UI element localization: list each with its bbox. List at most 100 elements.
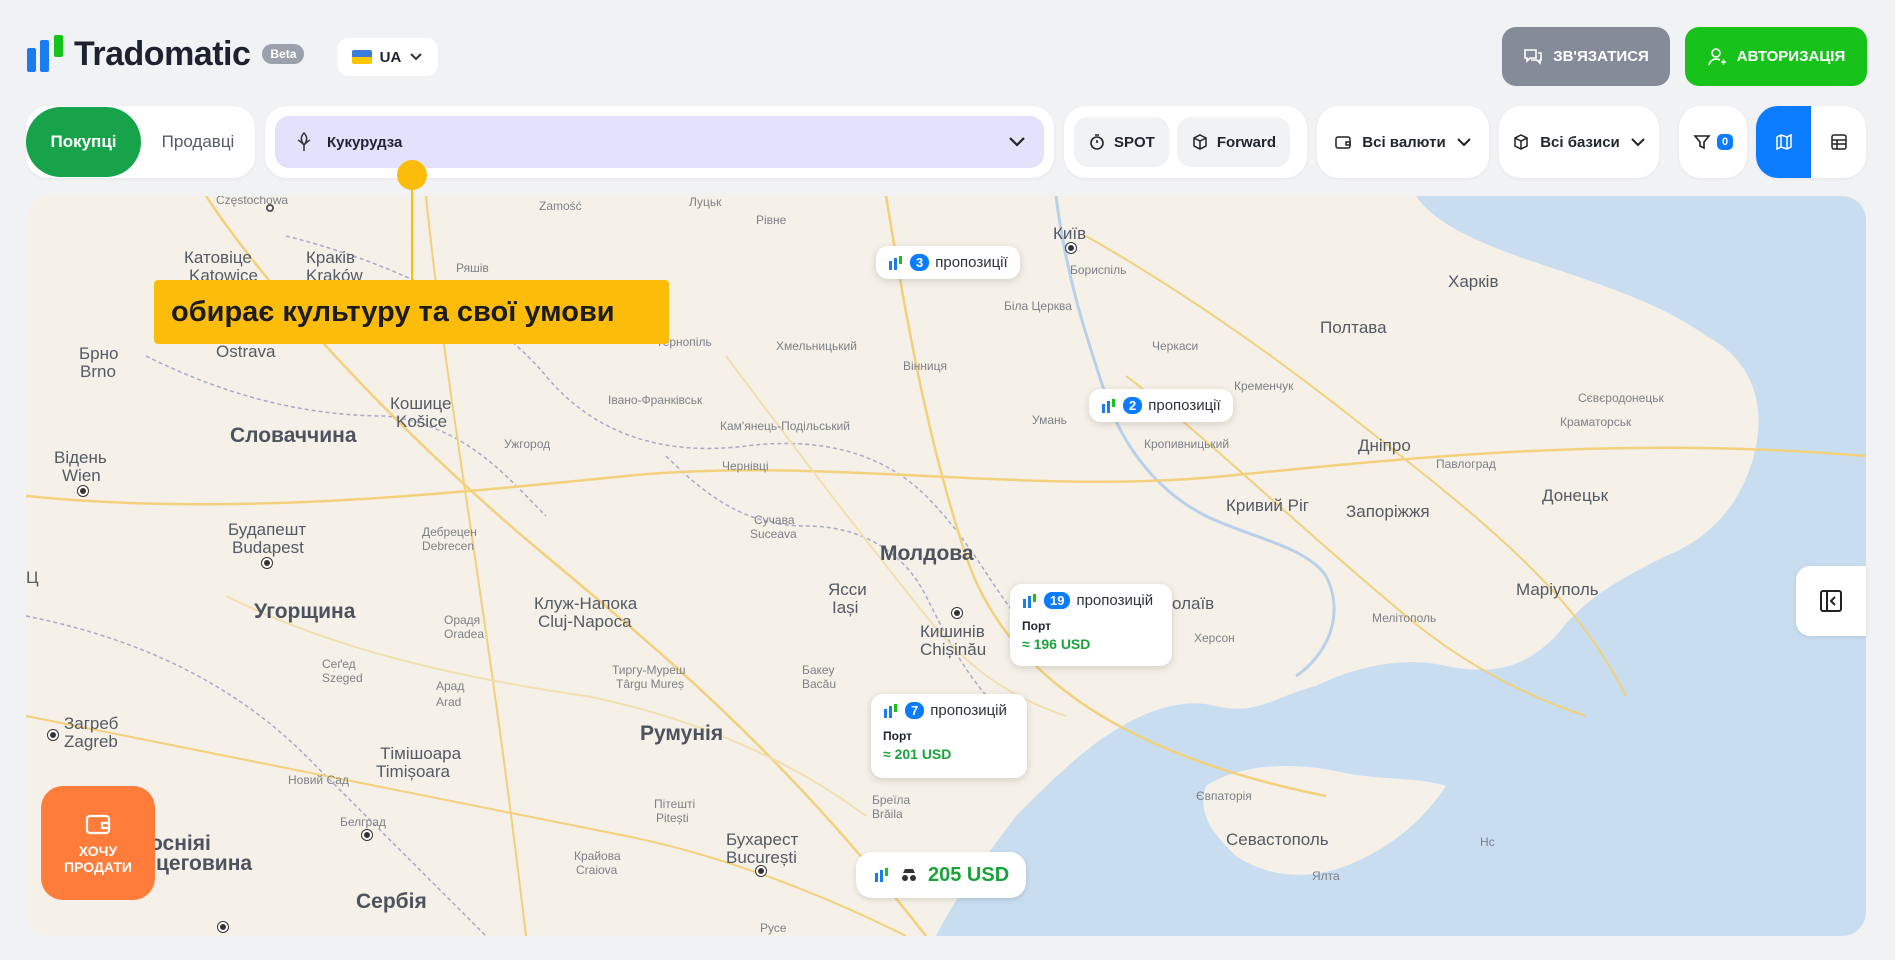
basis-value: Всі базиси <box>1540 133 1620 151</box>
map-label: цеговина <box>156 852 253 875</box>
map-label: Бреїла <box>872 793 911 807</box>
offer-label: пропозиції <box>1148 397 1221 414</box>
map-label: Suceava <box>750 527 797 541</box>
capital-dot <box>78 486 88 496</box>
map-label: Ялта <box>1312 869 1340 883</box>
spot-label: SPOT <box>1114 133 1155 151</box>
map-label: Пітешті <box>654 797 696 811</box>
chat-icon <box>1524 48 1542 65</box>
map-label: Târgu Mureș <box>616 677 685 691</box>
map-label: Луцьк <box>689 196 722 209</box>
tradomatic-logo-icon <box>889 255 902 270</box>
tradomatic-logo-icon <box>1102 398 1115 413</box>
map-label: Ужгород <box>504 437 551 451</box>
map-label: Хмельницький <box>776 339 857 353</box>
map-label: Київ <box>1053 224 1087 243</box>
table-view-button[interactable] <box>1811 106 1866 178</box>
tradomatic-logo-icon <box>875 868 888 882</box>
callout-pointer-dot <box>397 160 427 190</box>
map-label: Košice <box>396 412 448 431</box>
panel-collapse-icon <box>1820 590 1842 612</box>
want-to-sell-button[interactable]: ХОЧУ ПРОДАТИ <box>41 786 155 900</box>
map-label: Угорщина <box>254 600 356 623</box>
map-label: Chișinău <box>920 640 987 659</box>
offer-label: пропозицій <box>1076 592 1154 609</box>
crop-select[interactable]: Кукурудза <box>275 116 1044 168</box>
tradomatic-logo-icon <box>1023 593 1036 608</box>
sell-line1: ХОЧУ <box>78 842 118 859</box>
stopwatch-icon <box>1090 134 1104 150</box>
chevron-down-icon <box>410 53 423 61</box>
buyers-tab[interactable]: Покупці <box>26 107 141 177</box>
map-label: Oradea <box>444 627 485 641</box>
offer-marker[interactable]: 2 пропозиції <box>1089 389 1233 422</box>
map-label: Brăila <box>872 807 903 821</box>
capital-dot <box>362 830 372 840</box>
offer-marker[interactable]: 7 пропозицій Порт ≈ 201 USD <box>871 694 1027 778</box>
map-label: Севастополь <box>1226 830 1329 849</box>
map-label: Бухарест <box>726 830 799 849</box>
crop-value: Кукурудза <box>327 133 403 151</box>
map-label: Вінниця <box>903 359 947 373</box>
map-label: Черкаси <box>1152 339 1199 353</box>
offer-basis: Порт <box>883 729 913 743</box>
map-label: Арад <box>436 679 465 693</box>
offer-count: 19 <box>1044 592 1071 609</box>
map-label: Рівне <box>756 213 787 227</box>
offer-marker[interactable]: 3 пропозиції <box>876 246 1020 279</box>
user-icon <box>1707 47 1726 65</box>
box-icon <box>1514 134 1528 150</box>
spot-button[interactable]: SPOT <box>1074 117 1169 167</box>
map-label: Pitești <box>656 811 689 825</box>
currency-select[interactable]: Всі валюти <box>1317 106 1489 178</box>
language-selector[interactable]: UA <box>337 38 438 76</box>
auth-button[interactable]: АВТОРИЗАЦІЯ <box>1685 27 1867 86</box>
contact-label: ЗВ'ЯЗАТИСЯ <box>1553 48 1649 65</box>
map-label: Орадя <box>444 613 481 627</box>
map-view-button[interactable] <box>1756 106 1811 178</box>
map-label: Белград <box>340 815 386 829</box>
forward-button[interactable]: Forward <box>1176 117 1291 167</box>
basis-select[interactable]: Всі базиси <box>1499 106 1659 178</box>
sellers-tab[interactable]: Продавці <box>141 132 255 152</box>
map-label: Дебрецен <box>422 525 477 539</box>
price-value: 205 USD <box>928 863 1010 886</box>
map-label: Сєвєродонецьк <box>1578 391 1664 405</box>
city-dot <box>266 204 274 212</box>
capital-dot <box>262 558 272 568</box>
brand-logo[interactable]: Tradomatic Beta <box>26 34 305 74</box>
sidebar-toggle-button[interactable] <box>1796 566 1866 636</box>
map-label: Біла Церква <box>1004 299 1072 313</box>
map-label: Ц <box>26 568 39 587</box>
map-label: Сеґед <box>322 657 356 671</box>
price-marker[interactable]: 205 USD <box>856 852 1026 898</box>
map-label: олаїв <box>1172 594 1215 613</box>
map-label: Відень <box>54 448 107 467</box>
forward-label: Forward <box>1216 133 1277 151</box>
filter-button[interactable]: 0 <box>1679 106 1747 178</box>
offer-marker[interactable]: 19 пропозицій Порт ≈ 196 USD <box>1010 584 1172 666</box>
filter-count-badge: 0 <box>1716 134 1734 150</box>
crop-card: Кукурудза <box>265 106 1054 178</box>
capital-dot <box>1066 243 1076 253</box>
offer-count: 2 <box>1123 397 1143 414</box>
offer-label: пропозицій <box>930 702 1007 719</box>
offer-price: ≈ 196 USD <box>1022 636 1091 652</box>
map-label: Кошице <box>390 394 452 413</box>
map-label: Bacău <box>802 677 837 691</box>
box-icon <box>1193 134 1207 150</box>
map-label: Краків <box>306 248 356 267</box>
map-label: Кременчук <box>1234 379 1294 393</box>
offer-price: ≈ 201 USD <box>883 746 952 762</box>
chevron-down-icon <box>1456 137 1471 146</box>
map-label: București <box>726 848 797 867</box>
map-label: Сучава <box>754 513 795 527</box>
map-label: Ostrava <box>216 342 276 361</box>
map-label: Кам'янець-Подільський <box>720 419 850 433</box>
map-label: Szeged <box>322 671 363 685</box>
map-label: Запоріжжя <box>1346 502 1430 521</box>
map-label: Бориспіль <box>1070 263 1127 277</box>
map-label: Крайова <box>574 849 621 863</box>
contact-button[interactable]: ЗВ'ЯЗАТИСЯ <box>1502 27 1670 86</box>
funnel-icon <box>1693 135 1711 150</box>
